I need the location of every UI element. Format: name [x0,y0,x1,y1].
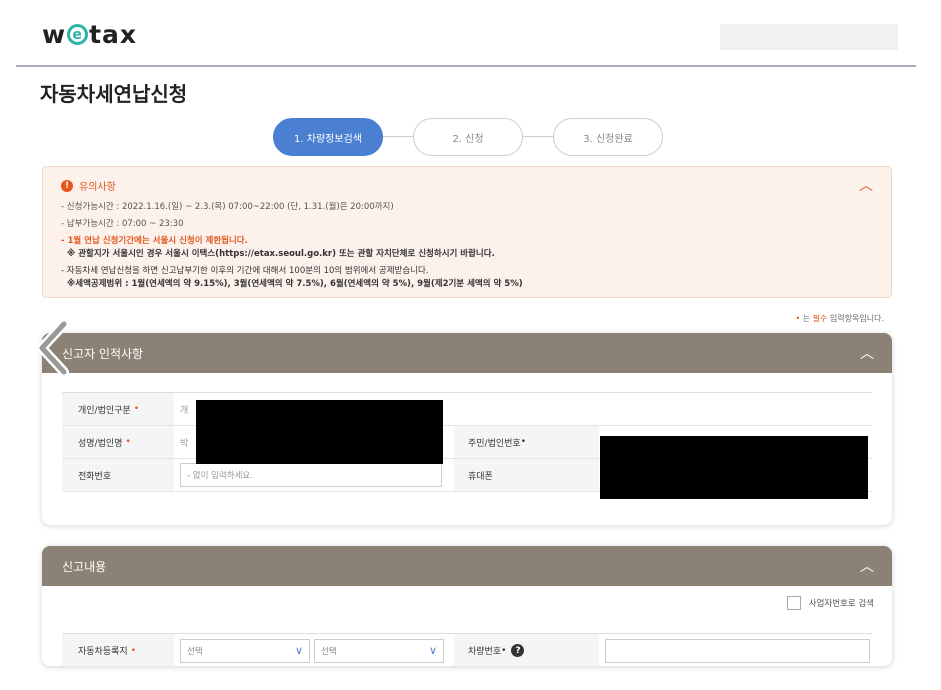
panel-title: 신고내용 [62,559,107,574]
field-label: 휴대폰 [454,459,599,491]
field-label: 성명/법인명 • [62,426,174,458]
logo-text-tax: tax [89,20,138,49]
panel-header[interactable]: 신고내용 ︿ [42,546,892,586]
region-select-1[interactable]: 선택 ∨ [180,638,310,663]
help-icon[interactable]: ? [511,644,525,657]
phone-input[interactable]: - 없이 입력하세요. [180,463,442,487]
user-info-area [720,24,898,50]
wetax-logo[interactable]: w e tax [42,20,137,49]
field-label: 주민/법인번호 • [454,426,599,458]
business-number-search-option[interactable]: 사업자번호로 검색 [786,596,874,610]
redacted-area [600,436,868,499]
page: w e tax 자동차세연납신청 1. 차량정보검색 2. 신청 3. 신청완료… [0,0,941,690]
step-connector [383,136,413,137]
exclamation-icon: ! [61,179,73,192]
notice-title: 유의사항 [79,182,116,193]
notice-header: ! 유의사항 [61,178,116,193]
logo-text-w: w [42,20,67,49]
notice-line: ※세액공제범위 : 1월(연세액의 약 9.15%), 3월(연세액의 약 7.… [67,279,523,289]
report-content-panel: 신고내용 ︿ 사업자번호로 검색 자동차등록지 • 선택 ∨ 선택 ∨ 차량번호… [42,546,892,666]
panel-header[interactable]: 신고자 인적사항 ︿ [42,333,892,373]
notice-line: - 자동차세 연납신청을 하면 신고납부기한 이후의 기간에 대해서 100분의… [61,266,429,276]
form-row: 개인/법인구분 • 개 [62,393,872,426]
chevron-down-icon: ∨ [428,644,437,657]
required-field-note: • 는 필수 입력항목입니다. [795,314,884,323]
chevron-left-icon[interactable] [34,318,74,378]
notice-content: - 신청가능시간 : 2022.1.16.(일) ~ 2.3.(목) 07:00… [61,201,523,291]
logo-e-mark: e [67,24,89,45]
page-title: 자동차세연납신청 [40,82,188,106]
notice-line: - 신청가능시간 : 2022.1.16.(일) ~ 2.3.(목) 07:00… [61,202,394,212]
business-number-checkbox[interactable] [786,596,801,610]
step-connector [523,136,553,137]
field-label: 자동차등록지 • [62,634,174,666]
step-2: 2. 신청 [413,118,523,156]
field-label: 개인/법인구분 • [62,393,174,425]
region-select-2[interactable]: 선택 ∨ [314,638,444,663]
chevron-up-icon[interactable]: ︿ [860,343,874,363]
panel-title: 신고자 인적사항 [62,346,144,361]
vehicle-number-input[interactable] [605,638,870,663]
notice-box: ! 유의사항 ︿ - 신청가능시간 : 2022.1.16.(일) ~ 2.3.… [42,166,892,298]
report-form-table: 자동차등록지 • 선택 ∨ 선택 ∨ 차량번호 • ? [62,633,872,666]
notice-line: ※ 관할지가 서울시인 경우 서울시 이택스(https://etax.seou… [67,249,495,259]
progress-steps: 1. 차량정보검색 2. 신청 3. 신청완료 [273,118,663,156]
form-row: 자동차등록지 • 선택 ∨ 선택 ∨ 차량번호 • ? [62,634,872,666]
notice-line-warning: - 1월 연납 신청기간에는 서울시 신청이 제한됩니다. [61,236,248,246]
reporter-info-panel: 신고자 인적사항 ︿ 개인/법인구분 • 개 성명/법인명 • 박 주민/법인번호 • [42,333,892,525]
checkbox-label: 사업자번호로 검색 [808,599,874,609]
registration-region-cell: 선택 ∨ 선택 ∨ [174,634,454,666]
header-divider [16,65,916,67]
field-label: 차량번호 • ? [454,634,599,666]
field-label: 전화번호 [62,459,174,491]
chevron-down-icon: ∨ [294,644,303,657]
vehicle-number-cell [599,634,872,666]
redacted-area [196,400,443,464]
notice-line: - 납부가능시간 : 07:00 ~ 23:30 [61,219,184,229]
step-1: 1. 차량정보검색 [273,118,383,156]
chevron-up-icon[interactable]: ︿ [860,556,874,576]
chevron-up-icon[interactable]: ︿ [859,175,873,195]
step-3: 3. 신청완료 [553,118,663,156]
